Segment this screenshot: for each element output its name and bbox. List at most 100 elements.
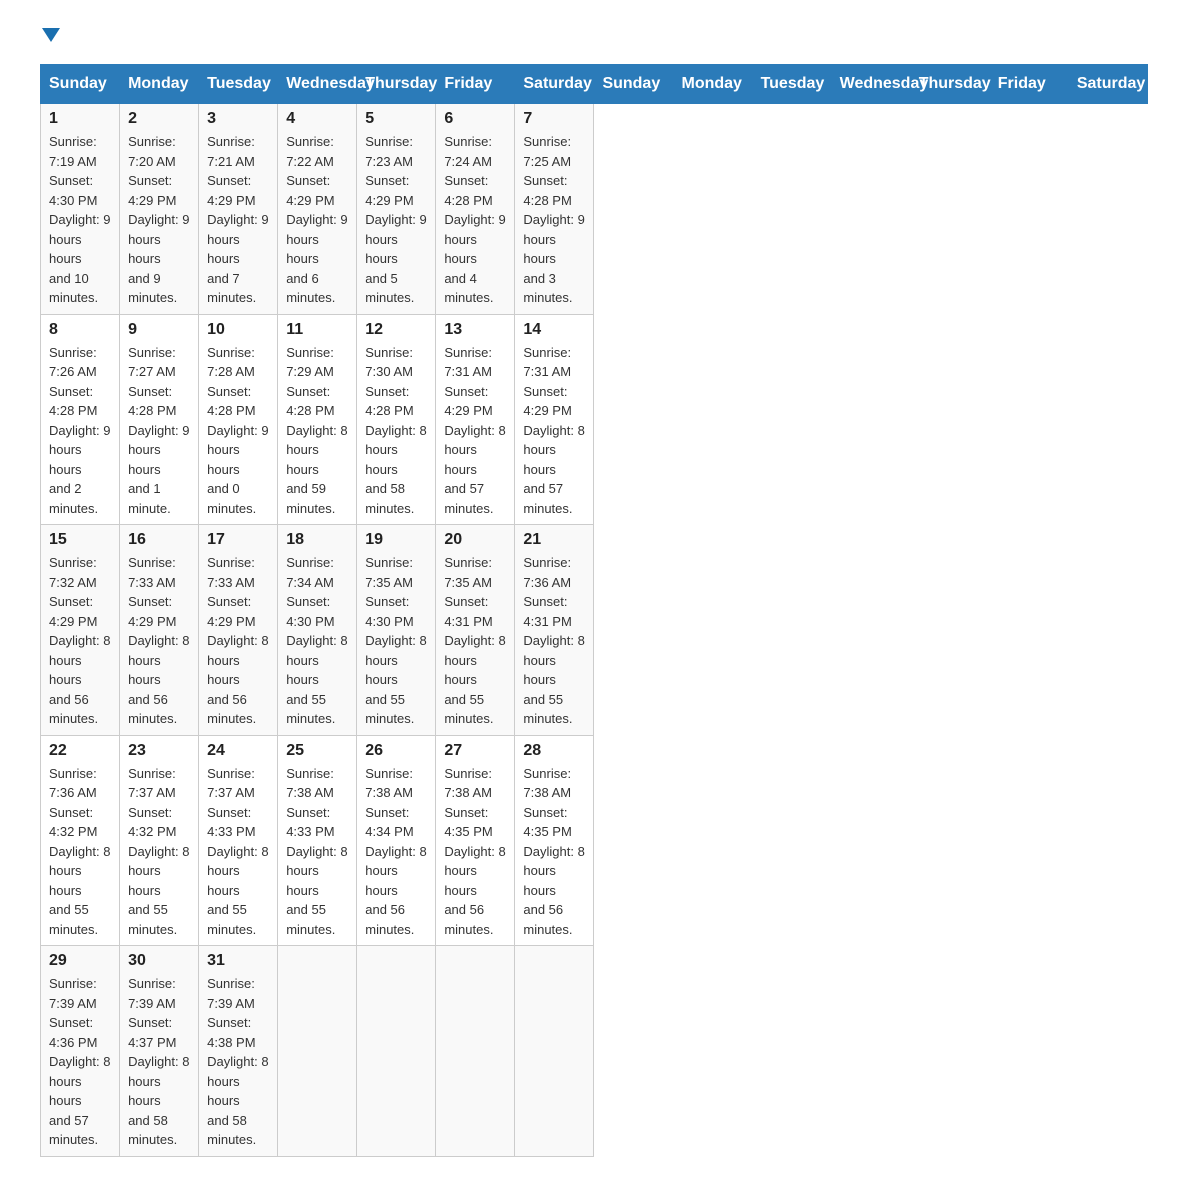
- day-number: 28: [523, 742, 585, 760]
- logo: [40, 30, 60, 44]
- calendar-cell: 11 Sunrise: 7:29 AMSunset: 4:28 PMDaylig…: [278, 314, 357, 525]
- calendar-cell: 9 Sunrise: 7:27 AMSunset: 4:28 PMDayligh…: [120, 314, 199, 525]
- week-row-5: 29 Sunrise: 7:39 AMSunset: 4:36 PMDaylig…: [41, 946, 1148, 1157]
- calendar-cell: 4 Sunrise: 7:22 AMSunset: 4:29 PMDayligh…: [278, 104, 357, 315]
- calendar-cell: 24 Sunrise: 7:37 AMSunset: 4:33 PMDaylig…: [199, 735, 278, 946]
- day-number: 15: [49, 531, 111, 549]
- day-number: 27: [444, 742, 506, 760]
- day-number: 10: [207, 321, 269, 339]
- day-number: 9: [128, 321, 190, 339]
- calendar-cell: 18 Sunrise: 7:34 AMSunset: 4:30 PMDaylig…: [278, 525, 357, 736]
- col-header-saturday: Saturday: [515, 65, 594, 104]
- col-header-friday: Friday: [989, 65, 1068, 104]
- day-info: Sunrise: 7:37 AMSunset: 4:32 PMDaylight:…: [128, 764, 190, 940]
- calendar-cell: 29 Sunrise: 7:39 AMSunset: 4:36 PMDaylig…: [41, 946, 120, 1157]
- day-info: Sunrise: 7:36 AMSunset: 4:31 PMDaylight:…: [523, 553, 585, 729]
- day-info: Sunrise: 7:35 AMSunset: 4:31 PMDaylight:…: [444, 553, 506, 729]
- calendar-cell: 13 Sunrise: 7:31 AMSunset: 4:29 PMDaylig…: [436, 314, 515, 525]
- calendar-cell: 26 Sunrise: 7:38 AMSunset: 4:34 PMDaylig…: [357, 735, 436, 946]
- day-number: 30: [128, 952, 190, 970]
- day-info: Sunrise: 7:39 AMSunset: 4:37 PMDaylight:…: [128, 974, 190, 1150]
- calendar-cell: 27 Sunrise: 7:38 AMSunset: 4:35 PMDaylig…: [436, 735, 515, 946]
- day-number: 13: [444, 321, 506, 339]
- calendar-cell: 1 Sunrise: 7:19 AMSunset: 4:30 PMDayligh…: [41, 104, 120, 315]
- day-number: 24: [207, 742, 269, 760]
- day-info: Sunrise: 7:34 AMSunset: 4:30 PMDaylight:…: [286, 553, 348, 729]
- day-info: Sunrise: 7:24 AMSunset: 4:28 PMDaylight:…: [444, 132, 506, 308]
- day-number: 6: [444, 110, 506, 128]
- calendar-cell: 30 Sunrise: 7:39 AMSunset: 4:37 PMDaylig…: [120, 946, 199, 1157]
- col-header-wednesday: Wednesday: [278, 65, 357, 104]
- day-number: 5: [365, 110, 427, 128]
- day-number: 22: [49, 742, 111, 760]
- day-info: Sunrise: 7:31 AMSunset: 4:29 PMDaylight:…: [444, 343, 506, 519]
- day-info: Sunrise: 7:38 AMSunset: 4:34 PMDaylight:…: [365, 764, 427, 940]
- col-header-saturday: Saturday: [1068, 65, 1147, 104]
- day-number: 21: [523, 531, 585, 549]
- week-row-2: 8 Sunrise: 7:26 AMSunset: 4:28 PMDayligh…: [41, 314, 1148, 525]
- day-number: 17: [207, 531, 269, 549]
- day-info: Sunrise: 7:31 AMSunset: 4:29 PMDaylight:…: [523, 343, 585, 519]
- day-info: Sunrise: 7:23 AMSunset: 4:29 PMDaylight:…: [365, 132, 427, 308]
- logo-general: [40, 30, 60, 44]
- calendar-cell: 19 Sunrise: 7:35 AMSunset: 4:30 PMDaylig…: [357, 525, 436, 736]
- day-info: Sunrise: 7:38 AMSunset: 4:35 PMDaylight:…: [444, 764, 506, 940]
- day-info: Sunrise: 7:38 AMSunset: 4:33 PMDaylight:…: [286, 764, 348, 940]
- day-number: 19: [365, 531, 427, 549]
- calendar-cell: 31 Sunrise: 7:39 AMSunset: 4:38 PMDaylig…: [199, 946, 278, 1157]
- day-info: Sunrise: 7:28 AMSunset: 4:28 PMDaylight:…: [207, 343, 269, 519]
- day-number: 7: [523, 110, 585, 128]
- calendar-cell: 16 Sunrise: 7:33 AMSunset: 4:29 PMDaylig…: [120, 525, 199, 736]
- day-info: Sunrise: 7:35 AMSunset: 4:30 PMDaylight:…: [365, 553, 427, 729]
- logo-triangle-icon: [42, 28, 60, 42]
- col-header-thursday: Thursday: [910, 65, 989, 104]
- col-header-monday: Monday: [673, 65, 752, 104]
- col-header-monday: Monday: [120, 65, 199, 104]
- calendar-cell: 20 Sunrise: 7:35 AMSunset: 4:31 PMDaylig…: [436, 525, 515, 736]
- day-info: Sunrise: 7:29 AMSunset: 4:28 PMDaylight:…: [286, 343, 348, 519]
- col-header-friday: Friday: [436, 65, 515, 104]
- col-header-wednesday: Wednesday: [831, 65, 910, 104]
- day-info: Sunrise: 7:22 AMSunset: 4:29 PMDaylight:…: [286, 132, 348, 308]
- day-info: Sunrise: 7:25 AMSunset: 4:28 PMDaylight:…: [523, 132, 585, 308]
- calendar-cell: 6 Sunrise: 7:24 AMSunset: 4:28 PMDayligh…: [436, 104, 515, 315]
- day-info: Sunrise: 7:20 AMSunset: 4:29 PMDaylight:…: [128, 132, 190, 308]
- day-number: 26: [365, 742, 427, 760]
- day-info: Sunrise: 7:39 AMSunset: 4:38 PMDaylight:…: [207, 974, 269, 1150]
- col-header-tuesday: Tuesday: [199, 65, 278, 104]
- calendar-cell: 22 Sunrise: 7:36 AMSunset: 4:32 PMDaylig…: [41, 735, 120, 946]
- day-number: 20: [444, 531, 506, 549]
- day-number: 16: [128, 531, 190, 549]
- calendar-table: SundayMondayTuesdayWednesdayThursdayFrid…: [40, 64, 1148, 1157]
- day-info: Sunrise: 7:26 AMSunset: 4:28 PMDaylight:…: [49, 343, 111, 519]
- calendar-cell: 14 Sunrise: 7:31 AMSunset: 4:29 PMDaylig…: [515, 314, 594, 525]
- day-info: Sunrise: 7:21 AMSunset: 4:29 PMDaylight:…: [207, 132, 269, 308]
- day-number: 31: [207, 952, 269, 970]
- page-header: [40, 30, 1148, 44]
- day-number: 29: [49, 952, 111, 970]
- day-info: Sunrise: 7:36 AMSunset: 4:32 PMDaylight:…: [49, 764, 111, 940]
- day-info: Sunrise: 7:33 AMSunset: 4:29 PMDaylight:…: [128, 553, 190, 729]
- calendar-cell: 5 Sunrise: 7:23 AMSunset: 4:29 PMDayligh…: [357, 104, 436, 315]
- calendar-cell: 17 Sunrise: 7:33 AMSunset: 4:29 PMDaylig…: [199, 525, 278, 736]
- col-header-sunday: Sunday: [41, 65, 120, 104]
- day-number: 11: [286, 321, 348, 339]
- week-row-1: 1 Sunrise: 7:19 AMSunset: 4:30 PMDayligh…: [41, 104, 1148, 315]
- day-number: 2: [128, 110, 190, 128]
- calendar-cell: [357, 946, 436, 1157]
- day-info: Sunrise: 7:39 AMSunset: 4:36 PMDaylight:…: [49, 974, 111, 1150]
- day-info: Sunrise: 7:32 AMSunset: 4:29 PMDaylight:…: [49, 553, 111, 729]
- calendar-cell: [436, 946, 515, 1157]
- calendar-cell: 21 Sunrise: 7:36 AMSunset: 4:31 PMDaylig…: [515, 525, 594, 736]
- calendar-cell: 25 Sunrise: 7:38 AMSunset: 4:33 PMDaylig…: [278, 735, 357, 946]
- week-row-4: 22 Sunrise: 7:36 AMSunset: 4:32 PMDaylig…: [41, 735, 1148, 946]
- calendar-cell: 28 Sunrise: 7:38 AMSunset: 4:35 PMDaylig…: [515, 735, 594, 946]
- calendar-cell: [515, 946, 594, 1157]
- calendar-cell: 2 Sunrise: 7:20 AMSunset: 4:29 PMDayligh…: [120, 104, 199, 315]
- day-info: Sunrise: 7:37 AMSunset: 4:33 PMDaylight:…: [207, 764, 269, 940]
- day-info: Sunrise: 7:27 AMSunset: 4:28 PMDaylight:…: [128, 343, 190, 519]
- day-number: 8: [49, 321, 111, 339]
- col-header-tuesday: Tuesday: [752, 65, 831, 104]
- calendar-cell: 10 Sunrise: 7:28 AMSunset: 4:28 PMDaylig…: [199, 314, 278, 525]
- col-header-sunday: Sunday: [594, 65, 673, 104]
